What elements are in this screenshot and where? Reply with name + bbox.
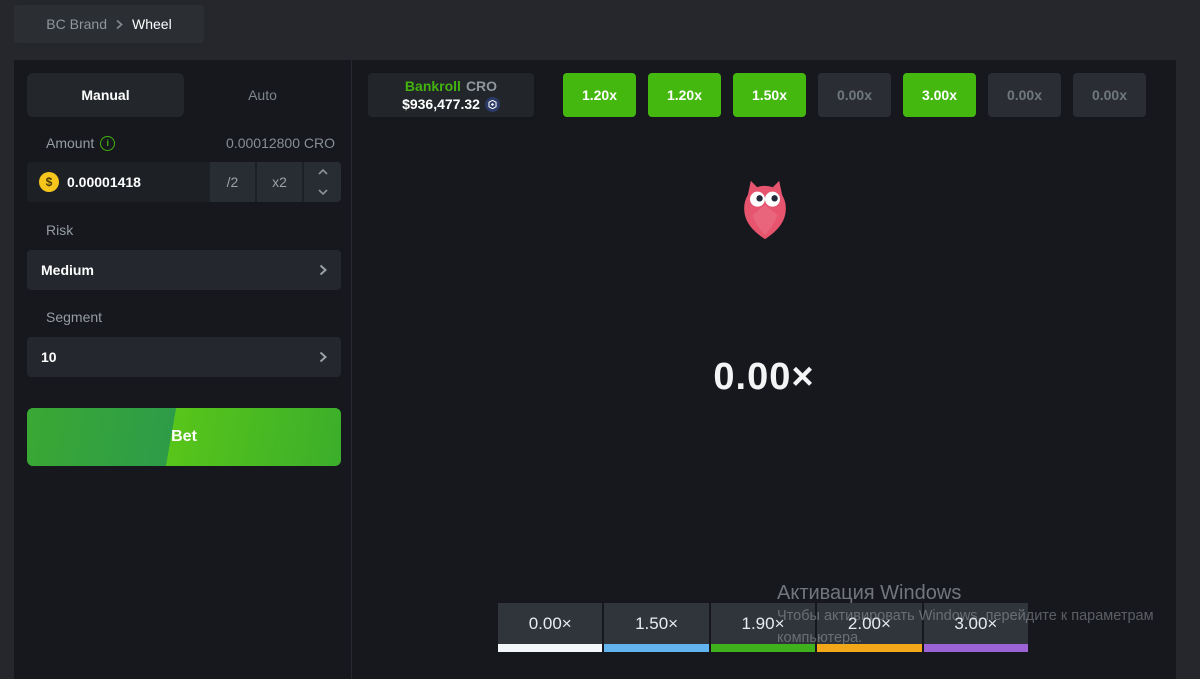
history-badge: 0.00x bbox=[818, 73, 891, 117]
history-badge: 1.50x bbox=[733, 73, 806, 117]
half-bet-button[interactable]: /2 bbox=[210, 162, 255, 202]
bankroll-header: Bankroll CRO bbox=[405, 77, 497, 95]
multiplier-legend: 0.00× 1.50× 1.90× 2.00× 3.00× bbox=[498, 603, 1028, 652]
segment-select[interactable]: 10 bbox=[27, 337, 341, 377]
game-panel: Manual Auto Amount i 0.00012800 CRO $ /2… bbox=[14, 60, 1176, 679]
legend-cell: 1.50× bbox=[604, 603, 708, 652]
dollar-coin-icon: $ bbox=[39, 172, 59, 192]
legend-color-bar bbox=[711, 644, 815, 652]
legend-label: 0.00× bbox=[498, 603, 602, 644]
stepper-down-icon[interactable] bbox=[304, 182, 341, 202]
tab-auto[interactable]: Auto bbox=[184, 73, 341, 117]
amount-stepper bbox=[304, 162, 341, 202]
history-badge: 0.00x bbox=[988, 73, 1061, 117]
amount-input-group: $ /2 x2 bbox=[27, 162, 341, 202]
tab-manual[interactable]: Manual bbox=[27, 73, 184, 117]
legend-color-bar bbox=[924, 644, 1028, 652]
info-icon[interactable]: i bbox=[100, 136, 115, 151]
risk-value: Medium bbox=[41, 262, 94, 278]
double-bet-button[interactable]: x2 bbox=[257, 162, 302, 202]
amount-label-text: Amount bbox=[46, 135, 94, 151]
top-bar: BC Brand Wheel bbox=[0, 0, 1200, 60]
history-badge: 1.20x bbox=[563, 73, 636, 117]
legend-label: 1.90× bbox=[711, 603, 815, 644]
amount-label: Amount i bbox=[46, 135, 115, 151]
stepper-up-icon[interactable] bbox=[304, 162, 341, 182]
breadcrumb-chevron-icon bbox=[116, 19, 123, 30]
mode-tabs: Manual Auto bbox=[27, 73, 341, 117]
owl-mascot bbox=[738, 180, 792, 240]
legend-color-bar bbox=[604, 644, 708, 652]
bankroll-currency: CRO bbox=[466, 77, 497, 95]
legend-color-bar bbox=[817, 644, 921, 652]
bankroll-amount: $936,477.32 bbox=[402, 95, 500, 113]
game-area: Bankroll CRO $936,477.32 1.20x 1.20x 1.5… bbox=[352, 60, 1176, 679]
breadcrumb: BC Brand Wheel bbox=[14, 5, 204, 43]
bankroll-display: Bankroll CRO $936,477.32 bbox=[368, 73, 534, 117]
legend-cell: 2.00× bbox=[817, 603, 921, 652]
segment-label: Segment bbox=[46, 309, 102, 325]
result-history: 1.20x 1.20x 1.50x 0.00x 3.00x 0.00x 0.00… bbox=[563, 73, 1146, 117]
breadcrumb-page: Wheel bbox=[132, 16, 172, 32]
bet-button[interactable]: Bet bbox=[27, 408, 341, 466]
history-badge: 3.00x bbox=[903, 73, 976, 117]
amount-field[interactable] bbox=[67, 174, 208, 190]
chevron-right-icon bbox=[319, 264, 327, 276]
cro-coin-icon bbox=[485, 97, 500, 112]
legend-label: 1.50× bbox=[604, 603, 708, 644]
risk-select[interactable]: Medium bbox=[27, 250, 341, 290]
amount-header: Amount i 0.00012800 CRO bbox=[27, 134, 341, 152]
risk-label: Risk bbox=[46, 222, 73, 238]
legend-label: 3.00× bbox=[924, 603, 1028, 644]
current-multiplier: 0.00× bbox=[352, 356, 1176, 399]
segment-value: 10 bbox=[41, 349, 57, 365]
legend-color-bar bbox=[498, 644, 602, 652]
history-badge: 0.00x bbox=[1073, 73, 1146, 117]
breadcrumb-brand[interactable]: BC Brand bbox=[46, 16, 107, 32]
wheel-game-screen: BC Brand Wheel Manual Auto Amount i 0.00… bbox=[0, 0, 1200, 679]
bankroll-value: $936,477.32 bbox=[402, 95, 480, 113]
amount-balance: 0.00012800 CRO bbox=[226, 135, 335, 151]
history-badge: 1.20x bbox=[648, 73, 721, 117]
legend-cell: 0.00× bbox=[498, 603, 602, 652]
legend-cell: 3.00× bbox=[924, 603, 1028, 652]
legend-cell: 1.90× bbox=[711, 603, 815, 652]
bet-sidebar: Manual Auto Amount i 0.00012800 CRO $ /2… bbox=[14, 60, 352, 679]
chevron-right-icon bbox=[319, 351, 327, 363]
bankroll-label: Bankroll bbox=[405, 77, 461, 95]
legend-label: 2.00× bbox=[817, 603, 921, 644]
